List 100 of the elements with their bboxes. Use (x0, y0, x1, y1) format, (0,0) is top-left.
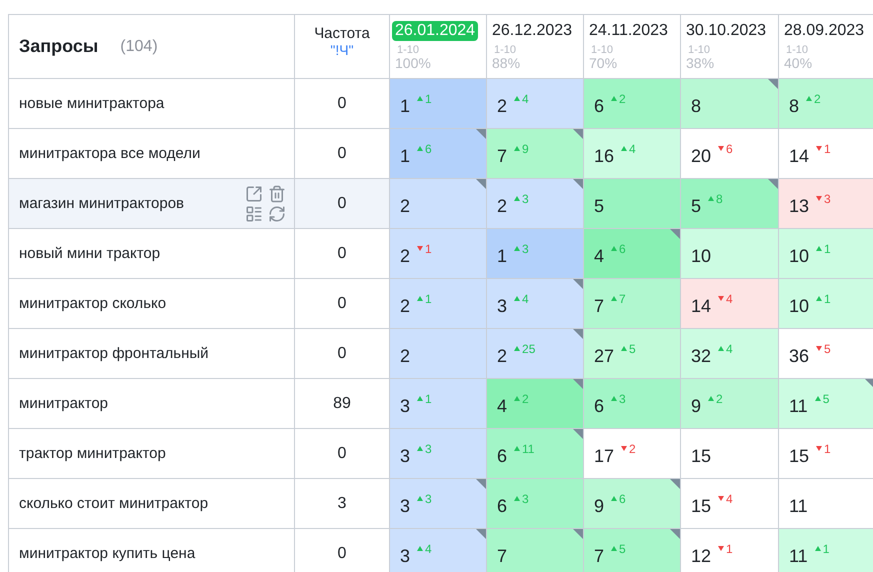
corner-mark-icon (865, 379, 873, 389)
position-value: 14 (691, 296, 712, 316)
frequency-value: 0 (338, 194, 346, 212)
position-value: 3 (400, 496, 410, 516)
query-text: новые минитрактора (19, 95, 164, 112)
query-text: магазин минитракторов (19, 195, 184, 212)
position-value: 1 (497, 246, 508, 266)
position-change: 11 (514, 442, 534, 456)
refresh-icon[interactable] (268, 204, 286, 222)
frequency-value: 0 (338, 94, 346, 112)
position-change: 5 (816, 342, 831, 356)
position-change: 2 (621, 442, 636, 456)
position-range: 1-10 (591, 45, 614, 56)
query-text: минитрактор (19, 395, 108, 412)
position-value: 2 (497, 196, 508, 216)
position-value: 2 (400, 246, 410, 266)
position-value: 6 (497, 446, 508, 466)
position-change: 3 (514, 242, 529, 256)
query-text: новый мини трактор (19, 245, 160, 262)
frequency-mode-link[interactable]: "!Ч" (330, 42, 354, 58)
position-value: 10 (789, 296, 810, 316)
position-change: 1 (417, 92, 432, 106)
position-value: 2 (497, 346, 508, 366)
position-change: 1 (816, 442, 831, 456)
position-value: 11 (789, 396, 808, 416)
position-change: 3 (417, 492, 432, 506)
position-change: 5 (621, 342, 636, 356)
position-range: 1-10 (494, 45, 516, 56)
position-change: 2 (806, 92, 821, 106)
trash-icon[interactable] (268, 184, 286, 202)
position-value: 8 (691, 96, 702, 116)
position-value: 2 (400, 196, 410, 216)
position-change: 1 (417, 392, 432, 406)
position-change: 4 (621, 142, 636, 156)
query-text: минитрактора все модели (19, 145, 200, 162)
date-heading[interactable]: 30.10.2023 (683, 21, 770, 41)
position-value: 8 (789, 96, 800, 116)
position-change: 3 (417, 442, 432, 456)
position-value: 3 (400, 396, 410, 416)
top-percent: 100% (395, 56, 431, 71)
position-change: 1 (814, 542, 830, 556)
position-change: 7 (611, 292, 626, 306)
position-value: 6 (594, 96, 604, 116)
position-change: 5 (814, 392, 830, 406)
position-value: 4 (594, 246, 604, 266)
position-range: 1-10 (688, 45, 710, 56)
external-link-icon[interactable] (245, 184, 263, 202)
position-value: 10 (789, 246, 810, 266)
position-value: 17 (594, 446, 614, 466)
position-change: 4 (718, 492, 733, 506)
position-value: 1 (400, 96, 410, 116)
list-icon[interactable] (245, 204, 263, 222)
position-change: 9 (514, 142, 529, 156)
position-value: 2 (400, 346, 410, 366)
position-value: 11 (789, 546, 808, 566)
position-value: 15 (691, 446, 712, 466)
position-change: 3 (514, 492, 529, 506)
query-text: минитрактор купить цена (19, 545, 196, 562)
position-value: 3 (400, 546, 410, 566)
position-change: 1 (718, 542, 733, 556)
frequency-value: 0 (338, 144, 346, 162)
date-heading[interactable]: 28.09.2023 (781, 21, 868, 41)
position-value: 7 (594, 296, 604, 316)
position-value: 7 (594, 546, 604, 566)
position-change: 2 (514, 392, 529, 406)
position-value: 3 (497, 296, 508, 316)
position-change: 4 (718, 342, 733, 356)
query-text: сколько стоит минитрактор (19, 495, 208, 512)
position-change: 4 (514, 292, 529, 306)
position-change: 25 (514, 342, 536, 356)
position-value: 4 (497, 396, 508, 416)
position-value: 7 (497, 146, 508, 166)
position-value: 13 (789, 196, 810, 216)
position-value: 6 (594, 396, 604, 416)
date-heading[interactable]: 26.12.2023 (489, 21, 576, 41)
top-percent: 88% (492, 56, 520, 71)
position-value: 3 (400, 446, 410, 466)
position-change: 1 (417, 242, 432, 256)
position-change: 2 (708, 392, 723, 406)
query-text: минитрактор фронтальный (19, 345, 209, 362)
top-percent: 38% (686, 56, 714, 71)
position-value: 10 (691, 246, 712, 266)
frequency-value: 0 (338, 244, 346, 262)
position-value: 5 (691, 196, 702, 216)
position-range: 1-10 (397, 45, 420, 56)
frequency-value: 0 (338, 544, 346, 562)
position-value: 1 (400, 146, 410, 166)
position-change: 8 (708, 192, 723, 206)
position-change: 1 (816, 242, 831, 256)
frequency-value: 3 (338, 494, 346, 512)
frequency-value: 0 (338, 444, 346, 462)
position-change: 2 (611, 92, 626, 106)
column-title: Частота (314, 25, 370, 42)
position-change: 5 (611, 542, 626, 556)
position-value: 15 (691, 496, 712, 516)
position-value: 5 (594, 196, 604, 216)
date-heading[interactable]: 24.11.2023 (586, 21, 671, 41)
frequency-value: 0 (338, 344, 346, 362)
query-text: минитрактор сколько (19, 295, 166, 312)
query-text: трактор минитрактор (19, 445, 166, 462)
